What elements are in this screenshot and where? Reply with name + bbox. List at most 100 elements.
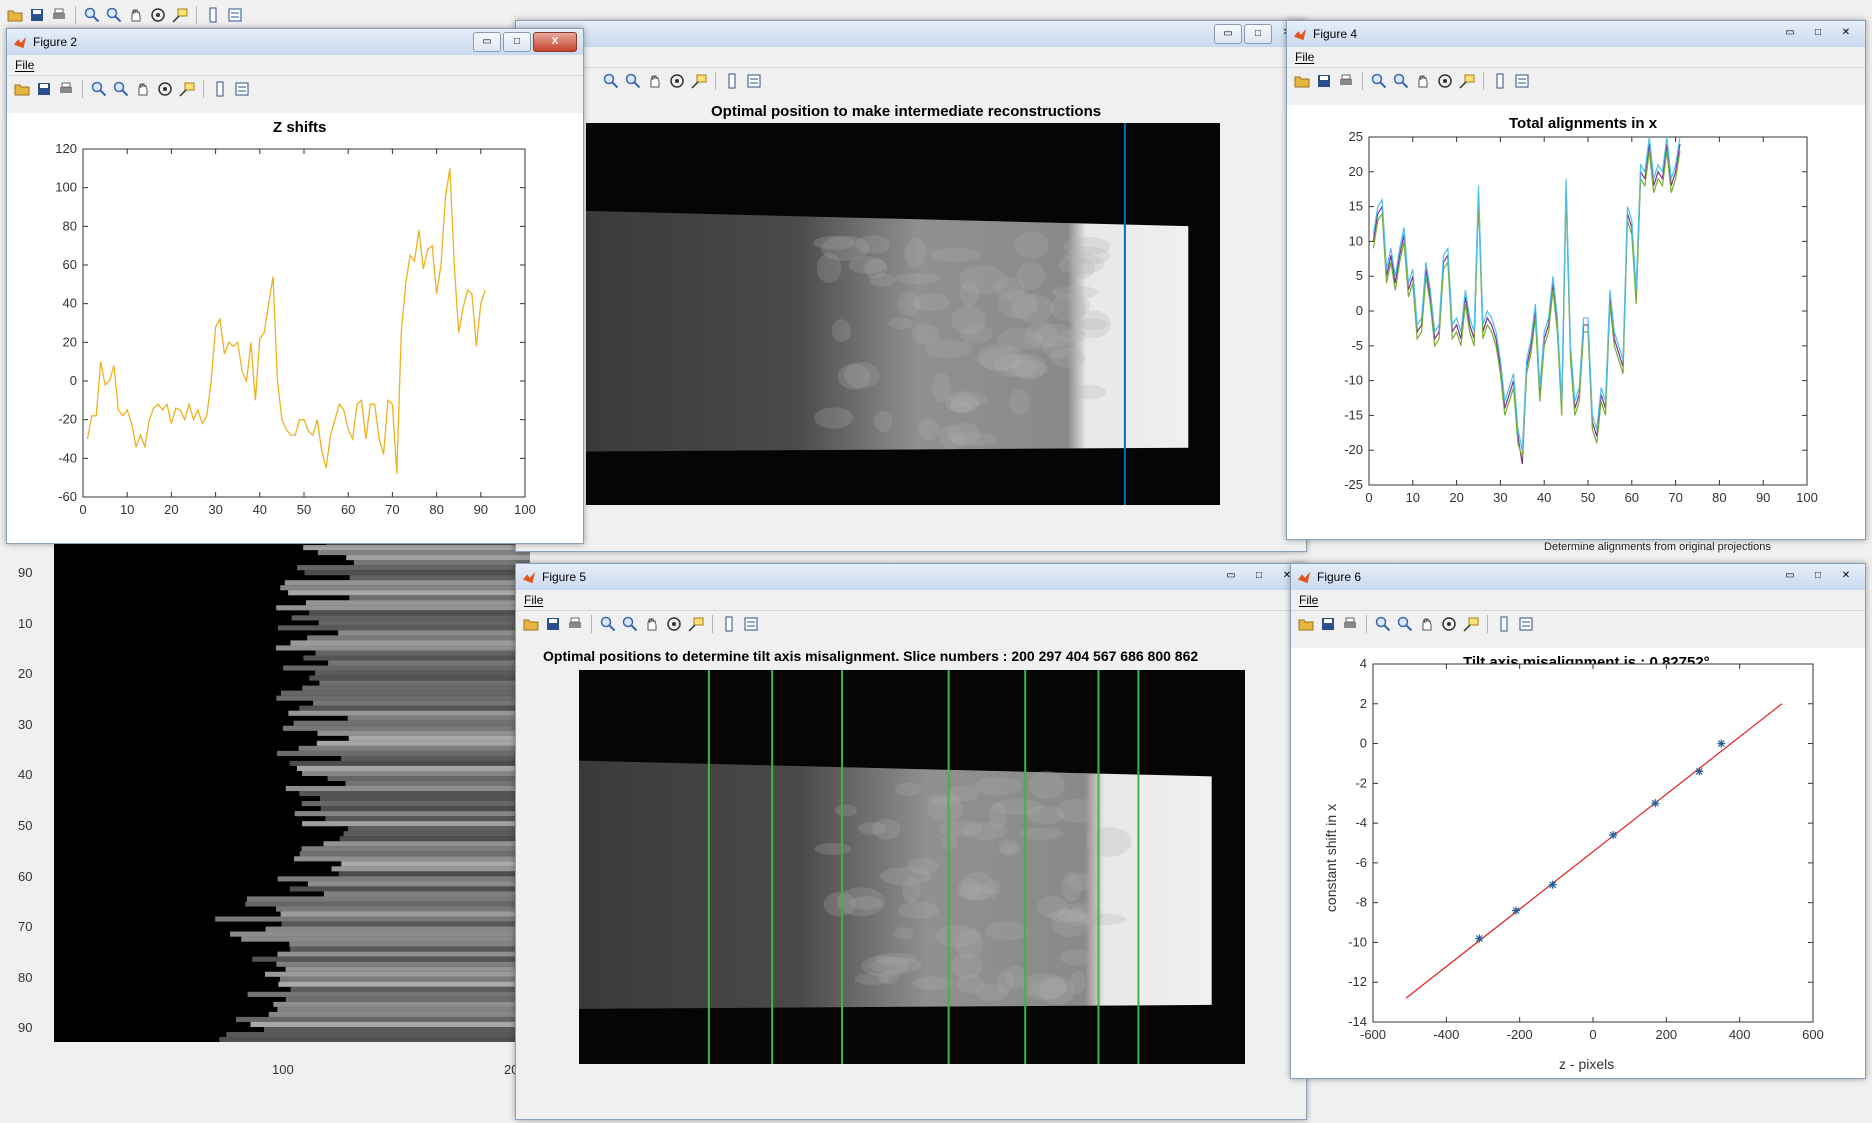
pan-icon[interactable] [646,72,664,90]
menu-file[interactable]: File [15,58,34,72]
rotate-icon[interactable] [1440,615,1458,633]
save-icon[interactable] [544,615,562,633]
figure2-titlebar[interactable]: Figure 2 ▭ □ X [7,29,583,55]
x-tick-label: 10 [120,502,134,517]
legend-icon[interactable] [226,6,244,24]
pan-icon[interactable] [1418,615,1436,633]
menu-file[interactable]: File [1295,50,1314,64]
zoom-in-icon[interactable] [1374,615,1392,633]
maximize-button[interactable]: □ [1805,24,1831,42]
colorbar-icon[interactable] [723,72,741,90]
open-icon[interactable] [522,615,540,633]
texture-blob [1050,347,1085,368]
rotate-icon[interactable] [665,615,683,633]
data-cursor-icon[interactable] [690,72,708,90]
minimize-button[interactable]: ▭ [1777,24,1803,42]
z-shifts-plot: 0 10 20 30 40 50 60 70 80 90 100120100806040200-20… [7,113,583,543]
print-icon[interactable] [1337,72,1355,90]
colorbar-icon[interactable] [1491,72,1509,90]
heatmap-row [265,972,530,977]
maximize-button[interactable]: □ [503,32,531,52]
legend-icon[interactable] [233,80,251,98]
save-icon[interactable] [28,6,46,24]
zoom-out-icon[interactable] [105,6,123,24]
legend-icon[interactable] [1513,72,1531,90]
minimize-button[interactable]: ▭ [1218,567,1244,585]
heatmap-y-tick-label: 80 [18,970,32,985]
open-icon[interactable] [6,6,24,24]
figure3-titlebar[interactable]: ▭ □ ✕ [516,21,1306,47]
print-icon[interactable] [566,615,584,633]
save-icon[interactable] [1319,615,1337,633]
figure2-menubar: File [7,55,583,76]
rotate-icon[interactable] [668,72,686,90]
legend-icon[interactable] [742,615,760,633]
zoom-out-icon[interactable] [621,615,639,633]
zoom-in-icon[interactable] [83,6,101,24]
menu-file[interactable]: File [1299,593,1318,607]
close-button[interactable]: ✕ [1833,567,1859,585]
maximize-button[interactable]: □ [1246,567,1272,585]
data-cursor-icon[interactable] [171,6,189,24]
data-cursor-icon[interactable] [1462,615,1480,633]
pan-icon[interactable] [643,615,661,633]
save-icon[interactable] [1315,72,1333,90]
colorbar-icon[interactable] [211,80,229,98]
figure4-titlebar[interactable]: Figure 4 ▭ □ ✕ [1287,21,1865,47]
heatmap-row [285,580,530,585]
zoom-out-icon[interactable] [1396,615,1414,633]
rotate-icon[interactable] [149,6,167,24]
zoom-in-icon[interactable] [602,72,620,90]
menu-file[interactable]: File [524,593,543,607]
pan-icon[interactable] [134,80,152,98]
figure2-window[interactable]: Figure 2 ▭ □ X File Z shifts 0 10 20 30 40 50… [6,28,584,544]
figure4-window[interactable]: Figure 4 ▭ □ ✕ File Total alignments in … [1286,20,1866,540]
texture-blob [951,432,997,445]
maximize-button[interactable]: □ [1805,567,1831,585]
figure6-titlebar[interactable]: Figure 6 ▭ □ ✕ [1291,564,1865,590]
pan-icon[interactable] [127,6,145,24]
heatmap-row [276,696,530,701]
figure5-titlebar[interactable]: Figure 5 ▭ □ ✕ [516,564,1306,590]
zoom-in-icon[interactable] [1370,72,1388,90]
close-button[interactable]: ✕ [1833,24,1859,42]
heatmap-row [264,1027,530,1032]
zoom-out-icon[interactable] [624,72,642,90]
data-cursor-icon[interactable] [1458,72,1476,90]
rotate-icon[interactable] [156,80,174,98]
x-tick-label: 600 [1802,1027,1824,1042]
x-tick-label: 50 [1581,490,1595,505]
save-icon[interactable] [35,80,53,98]
y-tick-label: -40 [58,450,77,465]
rotate-icon[interactable] [1436,72,1454,90]
open-icon[interactable] [13,80,31,98]
minimize-button[interactable]: ▭ [1214,24,1242,44]
colorbar-icon[interactable] [204,6,222,24]
print-icon[interactable] [50,6,68,24]
data-cursor-icon[interactable] [687,615,705,633]
figure3-toolbar [516,68,1306,94]
close-button[interactable]: X [533,32,577,52]
zoom-out-icon[interactable] [1392,72,1410,90]
zoom-out-icon[interactable] [112,80,130,98]
colorbar-icon[interactable] [720,615,738,633]
figure5-window[interactable]: Figure 5 ▭ □ ✕ File Optimal positions to… [515,563,1307,1120]
figure3-window[interactable]: ▭ □ ✕ Optimal position to make intermedi… [515,20,1307,552]
figure6-window[interactable]: Figure 6 ▭ □ ✕ File Tilt axis misalignme… [1290,563,1866,1079]
minimize-button[interactable]: ▭ [1777,567,1803,585]
zoom-in-icon[interactable] [599,615,617,633]
colorbar-icon[interactable] [1495,615,1513,633]
legend-icon[interactable] [1517,615,1535,633]
minimize-button[interactable]: ▭ [473,32,501,52]
zoom-in-icon[interactable] [90,80,108,98]
print-icon[interactable] [57,80,75,98]
open-icon[interactable] [1297,615,1315,633]
data-cursor-icon[interactable] [178,80,196,98]
heatmap-row [281,691,530,696]
pan-icon[interactable] [1414,72,1432,90]
heatmap-row [278,625,530,630]
print-icon[interactable] [1341,615,1359,633]
maximize-button[interactable]: □ [1244,24,1272,44]
legend-icon[interactable] [745,72,763,90]
open-icon[interactable] [1293,72,1311,90]
